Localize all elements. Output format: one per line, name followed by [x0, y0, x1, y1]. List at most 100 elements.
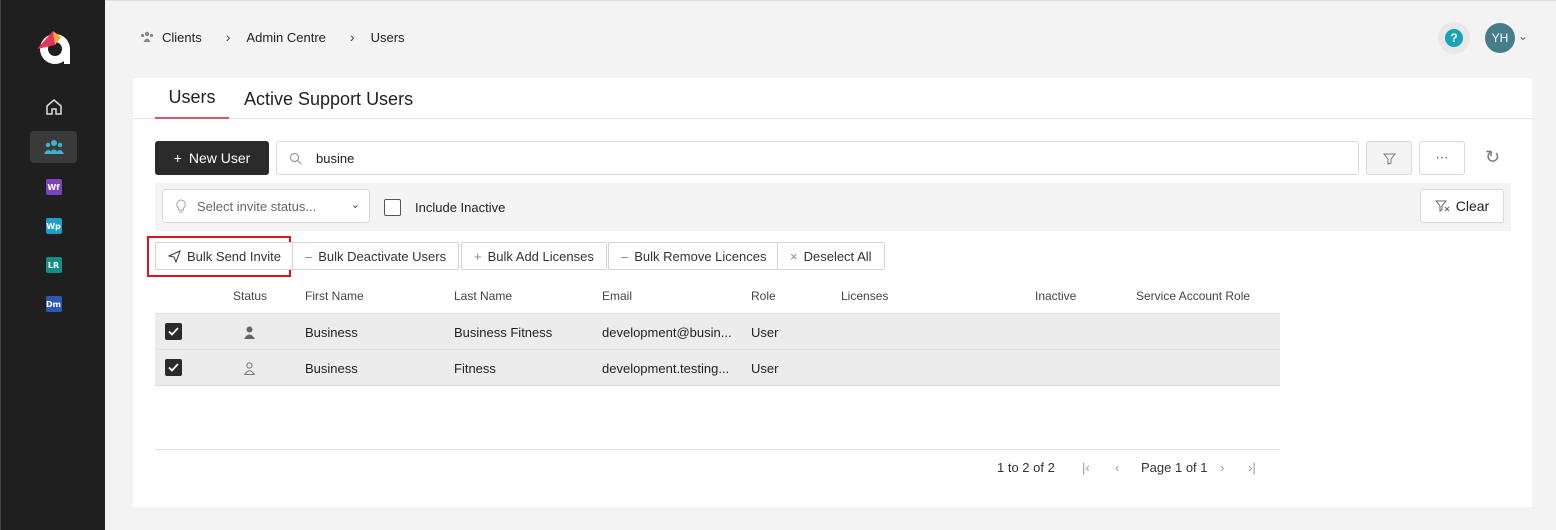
- last-page-icon[interactable]: ›|: [1248, 460, 1256, 475]
- check-icon: [168, 363, 179, 372]
- sidebar-item-clients[interactable]: [30, 131, 77, 163]
- chevron-down-icon[interactable]: ⌄: [1518, 29, 1528, 43]
- col-last-name[interactable]: Last Name: [454, 289, 512, 303]
- home-icon: [45, 99, 62, 115]
- tab-users[interactable]: Users: [155, 87, 229, 119]
- minus-icon: –: [305, 248, 313, 264]
- clear-filter-icon: [1434, 200, 1450, 212]
- bulk-send-invite-label: Bulk Send Invite: [187, 248, 281, 264]
- table-row[interactable]: Business Business Fitness development@bu…: [155, 313, 1280, 349]
- search-icon: [289, 152, 302, 164]
- user-active-icon: [244, 326, 255, 339]
- email-cell: development.testing...: [602, 361, 730, 376]
- check-icon: [168, 327, 179, 336]
- wp-app-icon: Wp: [45, 218, 62, 234]
- table-header: Status First Name Last Name Email Role L…: [155, 278, 1280, 313]
- page-indicator: Page 1 of 1: [1141, 460, 1208, 475]
- users-table: Status First Name Last Name Email Role L…: [155, 278, 1280, 386]
- first-page-icon[interactable]: |‹: [1082, 460, 1090, 475]
- prev-page-icon[interactable]: ‹: [1115, 460, 1119, 475]
- include-inactive-toggle[interactable]: Include Inactive: [384, 199, 505, 216]
- filter-bar: Select invite status... ⌄ Include Inacti…: [155, 183, 1511, 231]
- chevron-right-icon: ›: [349, 29, 355, 45]
- invite-status-select[interactable]: Select invite status... ⌄: [162, 189, 370, 223]
- clients-icon: [140, 31, 154, 42]
- wf-app-icon: Wf: [45, 179, 62, 195]
- minus-icon: –: [621, 248, 629, 264]
- clear-label: Clear: [1455, 198, 1490, 214]
- sidebar-item-app-lr[interactable]: LR: [30, 249, 77, 281]
- next-page-icon[interactable]: ›: [1220, 460, 1224, 475]
- more-options-button[interactable]: ⋯: [1419, 141, 1465, 175]
- sidebar-item-app-dm[interactable]: Dm: [30, 288, 77, 320]
- table-divider: [155, 385, 1280, 386]
- sidebar-item-app-wp[interactable]: Wp: [30, 210, 77, 242]
- tab-active-support-users[interactable]: Active Support Users: [244, 89, 413, 110]
- chevron-right-icon: ›: [225, 29, 231, 45]
- col-licenses[interactable]: Licenses: [841, 289, 888, 303]
- sidebar-item-app-wf[interactable]: Wf: [30, 171, 77, 203]
- bulk-remove-licences-label: Bulk Remove Licences: [634, 248, 767, 264]
- first-name-cell: Business: [305, 325, 358, 340]
- col-first-name[interactable]: First Name: [305, 289, 364, 303]
- email-cell: development@busin...: [602, 325, 732, 340]
- plus-icon: +: [474, 248, 482, 264]
- help-icon: ?: [1445, 29, 1463, 47]
- search-input[interactable]: [316, 150, 1216, 166]
- send-icon: [168, 249, 181, 263]
- search-box: [276, 141, 1359, 175]
- lightbulb-icon: [176, 199, 186, 213]
- invite-status-placeholder: Select invite status...: [197, 198, 317, 214]
- first-name-cell: Business: [305, 361, 358, 376]
- role-cell: User: [751, 361, 779, 376]
- row-checkbox[interactable]: [165, 323, 182, 340]
- row-checkbox[interactable]: [165, 359, 182, 376]
- sidebar-item-home[interactable]: [30, 91, 77, 123]
- clear-button[interactable]: Clear: [1420, 189, 1504, 223]
- filter-icon: [1382, 153, 1396, 165]
- close-icon: ×: [790, 248, 798, 264]
- include-inactive-checkbox[interactable]: [384, 199, 401, 216]
- deselect-all-button[interactable]: × Deselect All: [777, 242, 885, 270]
- users-group-icon: [43, 140, 64, 154]
- chevron-down-icon: ⌄: [350, 199, 360, 211]
- breadcrumb-users: Users: [370, 29, 405, 45]
- plus-icon: +: [173, 150, 182, 166]
- bulk-deactivate-label: Bulk Deactivate Users: [318, 248, 447, 264]
- user-invited-icon: [244, 362, 255, 375]
- bulk-add-licenses-button[interactable]: + Bulk Add Licenses: [461, 242, 607, 270]
- col-service-account-role[interactable]: Service Account Role: [1136, 289, 1250, 303]
- top-bar: Clients › Admin Centre › Users ? YH ⌄: [105, 0, 1556, 72]
- col-role[interactable]: Role: [751, 289, 776, 303]
- ellipsis-icon: ⋯: [1435, 150, 1449, 165]
- dm-app-icon: Dm: [45, 296, 62, 312]
- include-inactive-label: Include Inactive: [415, 200, 506, 215]
- breadcrumb-clients[interactable]: Clients: [162, 30, 202, 45]
- app-logo[interactable]: [34, 27, 74, 67]
- refresh-icon[interactable]: ↻: [1485, 147, 1500, 168]
- avatar[interactable]: YH: [1485, 23, 1515, 53]
- breadcrumb: Clients › Admin Centre › Users: [140, 29, 405, 45]
- role-cell: User: [751, 325, 779, 340]
- bulk-deactivate-button[interactable]: – Bulk Deactivate Users: [292, 242, 460, 270]
- bulk-send-invite-button[interactable]: Bulk Send Invite: [155, 242, 294, 270]
- pagination: 1 to 2 of 2 |‹ ‹ Page 1 of 1 › ›|: [155, 449, 1280, 489]
- new-user-button[interactable]: + New User: [155, 141, 269, 175]
- col-inactive[interactable]: Inactive: [1035, 289, 1076, 303]
- last-name-cell: Business Fitness: [454, 325, 553, 340]
- main-card: Users Active Support Users + New User ⋯ …: [133, 78, 1532, 507]
- filter-button[interactable]: [1366, 141, 1412, 175]
- table-row[interactable]: Business Fitness development.testing... …: [155, 349, 1280, 385]
- pagination-summary: 1 to 2 of 2: [997, 460, 1055, 475]
- last-name-cell: Fitness: [454, 361, 496, 376]
- col-status[interactable]: Status: [233, 289, 267, 303]
- help-button[interactable]: ?: [1438, 22, 1470, 54]
- bulk-remove-licences-button[interactable]: – Bulk Remove Licences: [608, 242, 780, 270]
- lr-app-icon: LR: [45, 257, 62, 273]
- bulk-add-licenses-label: Bulk Add Licenses: [487, 248, 594, 264]
- sidebar: Wf Wp LR Dm: [0, 0, 105, 530]
- new-user-label: New User: [188, 150, 251, 166]
- tab-bar: Users Active Support Users: [133, 78, 1532, 119]
- breadcrumb-admin-centre[interactable]: Admin Centre: [246, 30, 325, 45]
- col-email[interactable]: Email: [602, 289, 632, 303]
